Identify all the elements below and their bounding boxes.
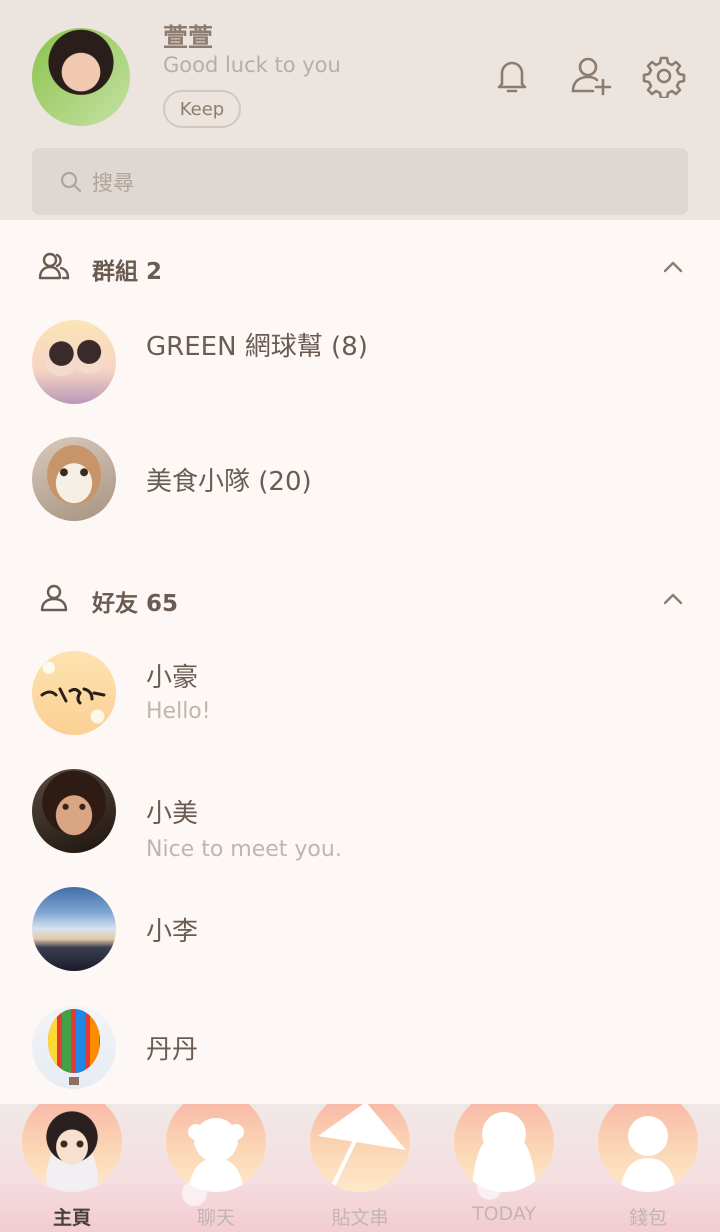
chevron-up-icon[interactable]	[662, 256, 684, 278]
tab-chats-label: 聊天	[196, 1207, 235, 1229]
profile-header: 萱萱 Good luck to you Keep 搜尋	[0, 0, 720, 220]
friend-name: 小李	[146, 917, 199, 947]
chevron-up-icon[interactable]	[662, 588, 684, 610]
today-character-icon	[454, 1104, 554, 1192]
wallet-character-icon	[598, 1104, 698, 1192]
group-row[interactable]: 美食小隊 (20)	[0, 435, 720, 525]
profile-name[interactable]: 萱萱	[163, 18, 213, 54]
group-avatar	[32, 437, 116, 521]
keep-button[interactable]: Keep	[163, 90, 241, 128]
friend-row[interactable]: 小李	[0, 885, 720, 975]
search-icon	[60, 171, 82, 192]
calligraphy-logo-icon	[40, 687, 106, 705]
tab-today[interactable]: TODAY	[432, 1104, 576, 1232]
friend-name: 小美	[146, 799, 199, 829]
timeline-umbrella-icon	[310, 1104, 410, 1192]
search-input[interactable]: 搜尋	[32, 148, 688, 215]
friend-avatar	[32, 651, 116, 735]
keep-button-label: Keep	[179, 98, 225, 120]
tab-home[interactable]: 主頁	[0, 1104, 144, 1232]
profile-status-message[interactable]: Good luck to you	[163, 53, 341, 77]
hot-air-balloon-icon	[48, 1009, 100, 1085]
add-friend-icon[interactable]	[569, 54, 613, 98]
friends-section-header[interactable]: 好友 65	[0, 574, 720, 624]
friend-avatar	[32, 1005, 116, 1089]
groups-section-title: 群組 2	[92, 259, 163, 285]
search-placeholder: 搜尋	[92, 170, 134, 195]
chats-character-icon	[166, 1104, 266, 1192]
group-avatar	[32, 320, 116, 404]
groups-section-header[interactable]: 群組 2	[0, 242, 720, 292]
friend-row[interactable]: 小豪 Hello!	[0, 649, 720, 739]
tab-wallet[interactable]: 錢包	[576, 1104, 720, 1232]
tab-today-label: TODAY	[472, 1203, 536, 1225]
group-name: GREEN 網球幫 (8)	[146, 332, 368, 362]
home-character-icon	[22, 1104, 122, 1192]
profile-avatar[interactable]	[32, 28, 130, 126]
tab-chats[interactable]: 聊天	[144, 1104, 288, 1232]
tab-timeline[interactable]: 貼文串	[288, 1104, 432, 1232]
group-icon	[38, 252, 70, 280]
friend-status: Hello!	[146, 699, 211, 724]
notification-bell-icon[interactable]	[490, 54, 534, 98]
tab-home-label: 主頁	[52, 1207, 91, 1229]
friend-row[interactable]: 小美 Nice to meet you.	[0, 767, 720, 862]
settings-gear-icon[interactable]	[642, 54, 686, 98]
friend-icon	[40, 584, 68, 612]
bottom-tab-bar: 主頁 聊天 貼文串 TODAY 錢包	[0, 1104, 720, 1232]
friend-name: 丹丹	[146, 1035, 199, 1065]
group-row[interactable]: GREEN 網球幫 (8)	[0, 318, 720, 408]
friend-avatar	[32, 769, 116, 853]
tab-wallet-label: 錢包	[628, 1207, 667, 1229]
friend-avatar	[32, 887, 116, 971]
tab-timeline-label: 貼文串	[331, 1207, 389, 1229]
friends-section-title: 好友 65	[92, 591, 179, 617]
group-name: 美食小隊 (20)	[146, 467, 312, 497]
friend-name: 小豪	[146, 663, 199, 693]
friend-row[interactable]: 丹丹	[0, 1003, 720, 1093]
friend-status: Nice to meet you.	[146, 837, 342, 862]
